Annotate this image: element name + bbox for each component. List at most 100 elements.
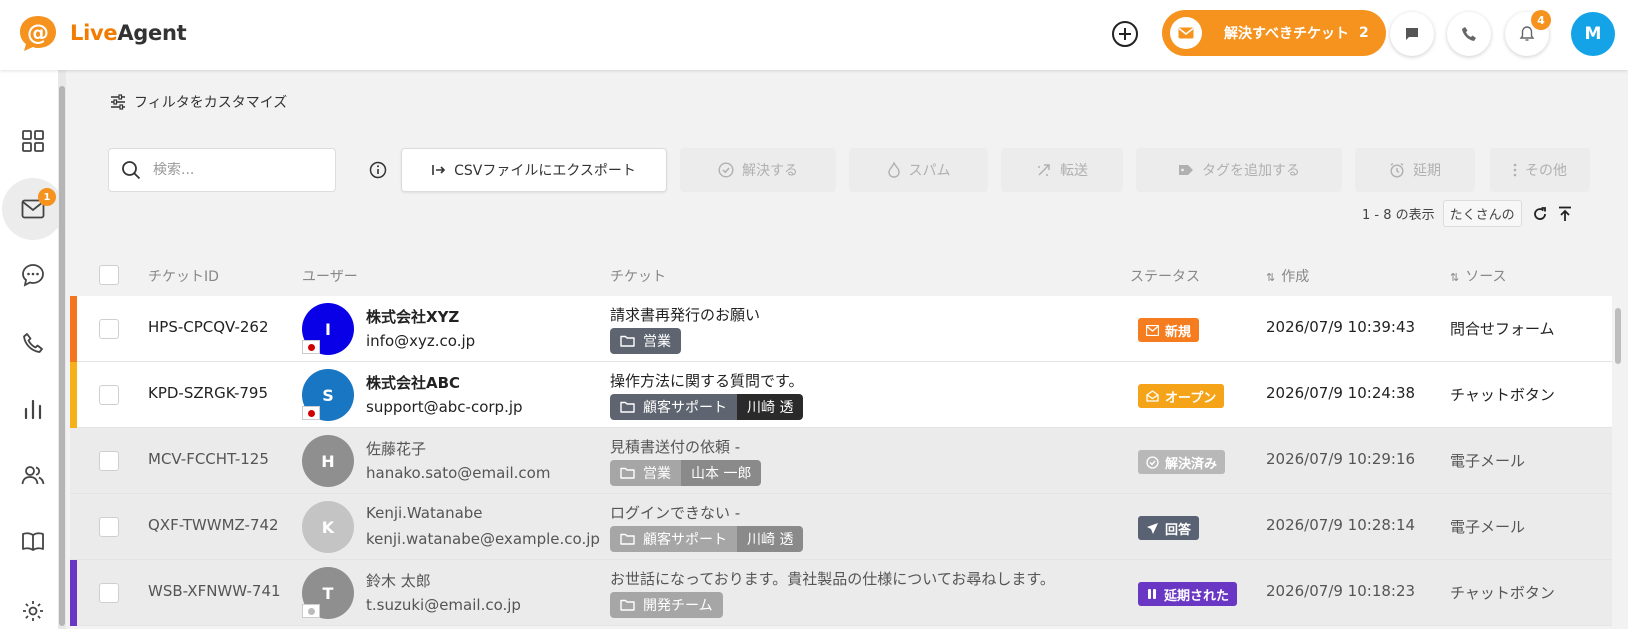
refresh-icon[interactable]	[1532, 206, 1548, 222]
table-scrollbar[interactable]	[1612, 296, 1624, 629]
add-tag-label: タグを追加する	[1202, 163, 1300, 179]
resolve-label: 解決すべきチケット	[1224, 26, 1350, 42]
row-checkbox[interactable]	[99, 319, 119, 339]
scroll-top-icon[interactable]	[1558, 206, 1572, 222]
col-user[interactable]: ユーザー	[302, 266, 358, 286]
ticket-subject[interactable]: 請求書再発行のお願い	[610, 304, 760, 325]
table-row[interactable]: HPS-CPCQV-262 I 株式会社XYZ info@xyz.co.jp 請求書再発…	[70, 296, 1620, 362]
sidebar-item-calls[interactable]	[0, 310, 66, 376]
select-all-checkbox[interactable]	[99, 265, 119, 285]
ticket-subject[interactable]: お世話になっております。貴社製品の仕様についてお尋ねします。	[610, 568, 1055, 589]
folder-icon	[620, 533, 635, 545]
flame-icon	[887, 162, 901, 178]
col-source[interactable]: ⇅ ソース	[1450, 266, 1507, 286]
row-checkbox[interactable]	[99, 385, 119, 405]
resolve-count: 2	[1359, 25, 1369, 41]
ticket-tags: 顧客サポート 川崎 透	[610, 394, 804, 420]
row-checkbox[interactable]	[99, 451, 119, 471]
info-icon[interactable]	[366, 158, 390, 182]
sidebar-item-contacts[interactable]	[0, 442, 66, 508]
sort-icon: ⇅	[1266, 271, 1276, 284]
sidebar-item-chats[interactable]	[0, 242, 66, 308]
user-name: Kenji.Watanabe	[366, 504, 483, 522]
col-status[interactable]: ステータス	[1130, 266, 1200, 286]
user-avatar[interactable]: M	[1571, 12, 1615, 56]
col-created[interactable]: ⇅ 作成	[1266, 266, 1309, 286]
tickets-badge: 1	[38, 188, 56, 206]
sidebar-item-dashboard[interactable]	[0, 108, 66, 174]
tickets-to-resolve-button[interactable]: 解決すべきチケット 2	[1162, 10, 1386, 56]
transfer-icon	[1036, 162, 1052, 178]
user-email: info@xyz.co.jp	[366, 332, 476, 350]
priority-stripe	[70, 560, 77, 626]
user-name: 株式会社XYZ	[366, 308, 460, 326]
sidebar-item-knowledgebase[interactable]	[0, 508, 66, 574]
status-open-icon	[1146, 390, 1159, 402]
folder-icon	[620, 335, 635, 347]
japan-flag-icon	[302, 340, 320, 354]
spam-button[interactable]: スパム	[849, 148, 988, 192]
liveagent-logo[interactable]: @ LiveAgent	[18, 13, 187, 53]
ticket-tags: 営業	[610, 328, 681, 354]
department-label: 顧客サポート	[643, 400, 727, 416]
sidebar-scrollbar[interactable]	[58, 70, 66, 629]
add-tag-button[interactable]: タグを追加する	[1136, 148, 1342, 192]
sidebar-item-settings[interactable]	[0, 578, 66, 629]
created-date: 2026/07/9 10:28:14	[1266, 516, 1416, 534]
avatar: H	[302, 435, 354, 487]
more-label: その他	[1525, 163, 1567, 179]
notifications-button[interactable]: 4	[1505, 10, 1551, 56]
table-row[interactable]: KPD-SZRGK-795 S 株式会社ABC support@abc-corp.jp…	[70, 362, 1620, 428]
ticket-source: 電子メール	[1450, 452, 1526, 470]
col-ticket-id[interactable]: チケットID	[148, 266, 219, 286]
priority-stripe	[70, 362, 77, 428]
ticket-id[interactable]: MCV-FCCHT-125	[148, 450, 269, 468]
ticket-source: 問合せフォーム	[1450, 320, 1555, 338]
check-circle-icon	[718, 162, 734, 178]
customize-filter-button[interactable]: フィルタをカスタマイズ	[110, 92, 287, 112]
table-row[interactable]: QXF-TWWMZ-742 K Kenji.Watanabe kenji.watana…	[70, 494, 1620, 560]
table-row[interactable]: MCV-FCCHT-125 H 佐藤花子 hanako.sato@email.com 見…	[70, 428, 1620, 494]
more-button[interactable]: その他	[1490, 148, 1590, 192]
ticket-id[interactable]: QXF-TWWMZ-742	[148, 516, 279, 534]
call-button[interactable]	[1447, 12, 1491, 56]
sidebar-scrollbar-thumb[interactable]	[59, 86, 65, 626]
sidebar: 1	[0, 70, 66, 629]
dashboard-icon	[22, 130, 44, 152]
agent-tag: 山本 一郎	[681, 460, 762, 486]
col-ticket[interactable]: チケット	[610, 266, 666, 286]
notification-count-badge: 4	[1531, 10, 1551, 30]
ticket-subject[interactable]: 操作方法に関する質問です。	[610, 370, 804, 391]
ticket-subject[interactable]: ログインできない -	[610, 502, 740, 523]
folder-icon	[620, 599, 635, 611]
ticket-subject[interactable]: 見積書送付の依頼 -	[610, 436, 740, 457]
created-date: 2026/07/9 10:39:43	[1266, 318, 1416, 336]
search-box[interactable]	[108, 148, 336, 192]
ticket-id[interactable]: WSB-XFNWW-741	[148, 582, 281, 600]
avatar: K	[302, 501, 354, 553]
status-label: オープン	[1165, 390, 1217, 406]
status-badge: 回答	[1138, 516, 1200, 540]
transfer-button[interactable]: 転送	[1001, 148, 1123, 192]
table-scrollbar-thumb[interactable]	[1615, 308, 1621, 364]
user-email: t.suzuki@email.co.jp	[366, 596, 521, 614]
chat-button[interactable]	[1390, 12, 1434, 56]
resolve-button[interactable]: 解決する	[680, 148, 836, 192]
status-label: 新規	[1165, 324, 1192, 340]
ticket-source: 電子メール	[1450, 518, 1526, 536]
department-tag: 開発チーム	[610, 592, 723, 618]
add-new-icon[interactable]	[1108, 17, 1142, 51]
ticket-id[interactable]: HPS-CPCQV-262	[148, 318, 268, 336]
search-input[interactable]	[153, 162, 313, 178]
sidebar-item-reports[interactable]	[0, 376, 66, 442]
postpone-button[interactable]: 延期	[1355, 148, 1475, 192]
ticket-id[interactable]: KPD-SZRGK-795	[148, 384, 268, 402]
department-tag: 営業	[610, 328, 681, 354]
export-csv-button[interactable]: CSVファイルにエクスポート	[401, 148, 667, 192]
per-page-select[interactable]: たくさんの	[1442, 200, 1522, 227]
table-row[interactable]: WSB-XFNWW-741 T 鈴木 太郎 t.suzuki@email.co.jp お…	[70, 560, 1620, 626]
row-checkbox[interactable]	[99, 517, 119, 537]
row-checkbox[interactable]	[99, 583, 119, 603]
sidebar-item-tickets[interactable]: 1	[0, 176, 66, 242]
user-name: 株式会社ABC	[366, 374, 461, 392]
